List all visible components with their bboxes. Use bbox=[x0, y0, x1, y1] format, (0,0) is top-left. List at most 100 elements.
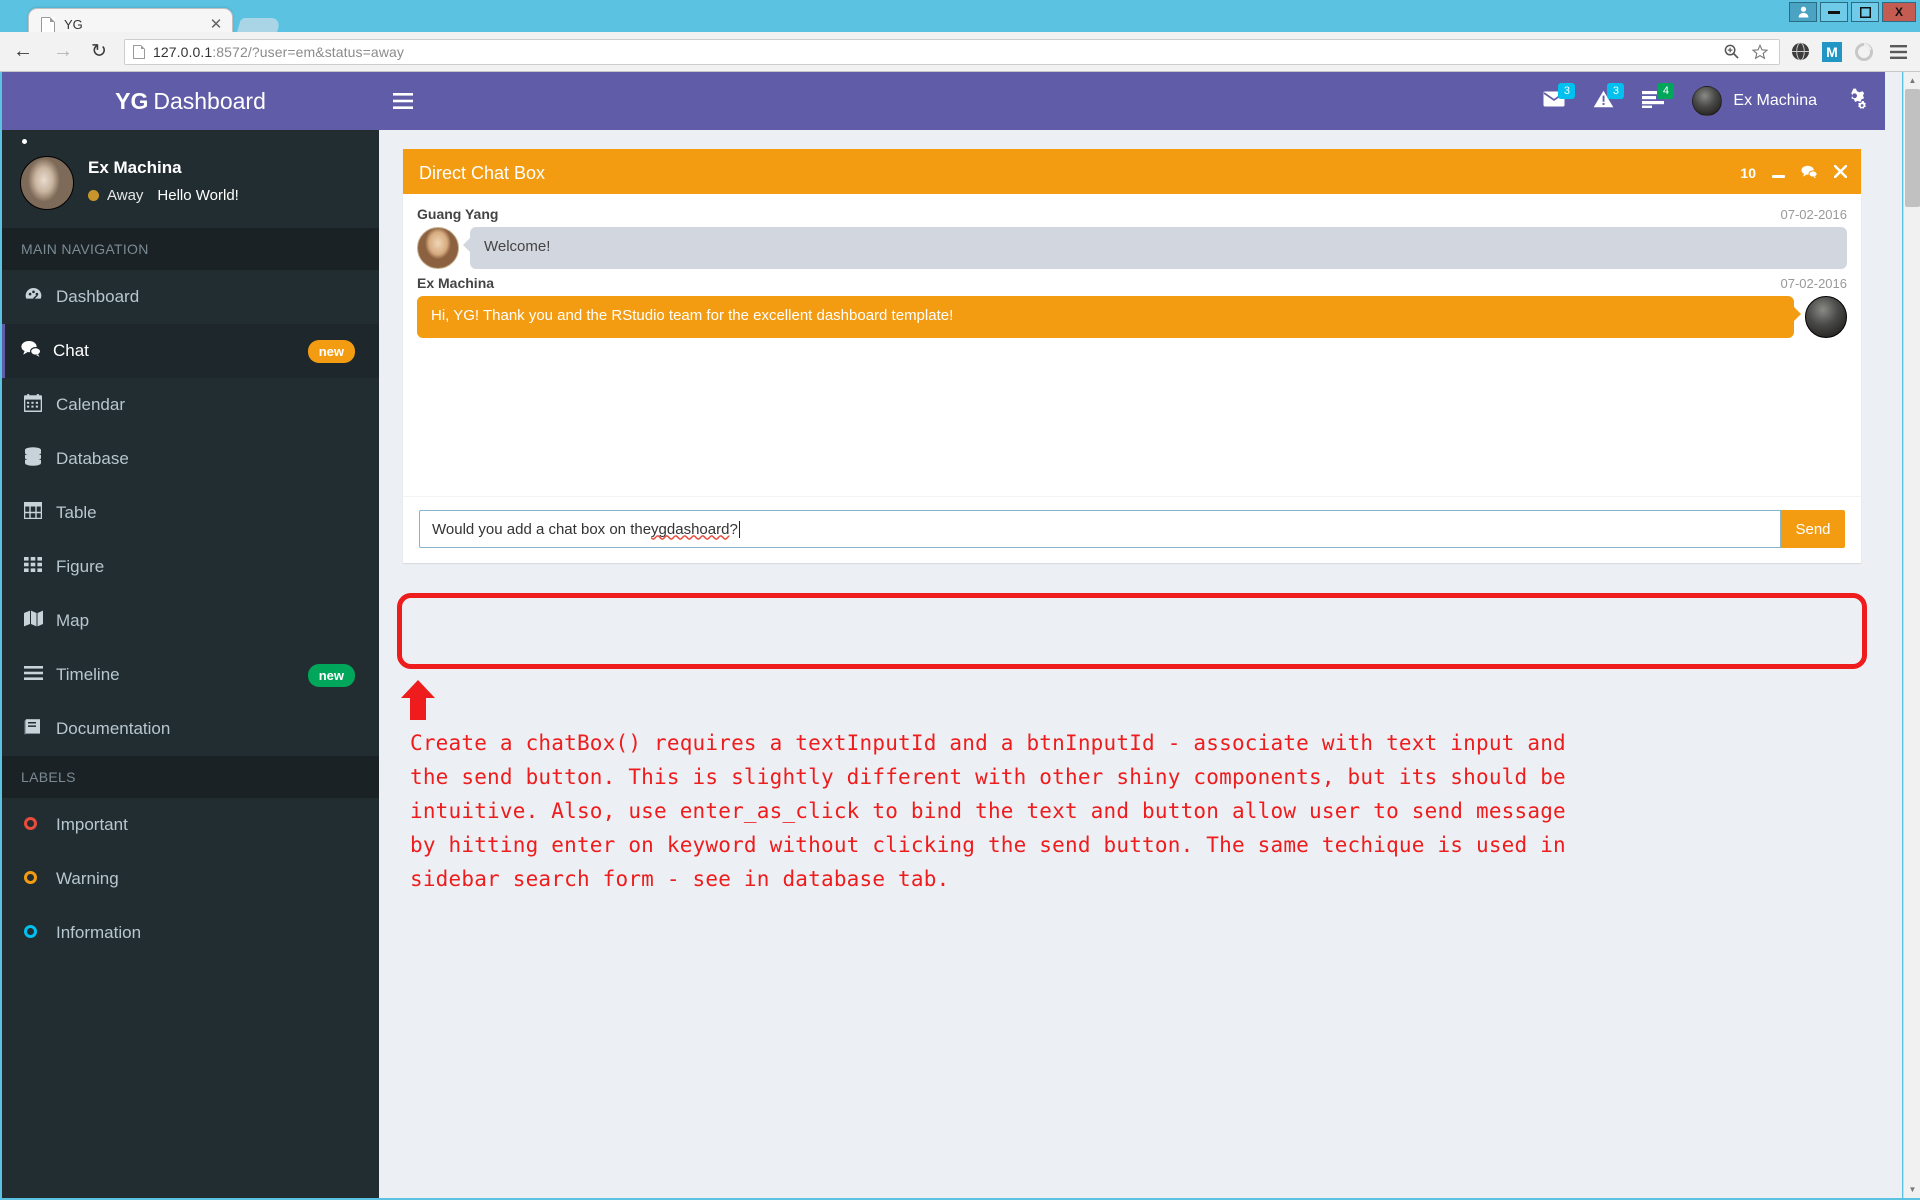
sidebar-item-label: Timeline bbox=[56, 665, 120, 684]
minus-icon bbox=[1772, 174, 1785, 178]
scroll-up-icon[interactable]: ▲ bbox=[1904, 72, 1920, 89]
main-content: Direct Chat Box 10 Guang Yang 07-02-2016… bbox=[379, 130, 1885, 1198]
navbar-messages-button[interactable]: 3 bbox=[1529, 72, 1579, 130]
documentation-icon bbox=[24, 718, 52, 740]
logo-light-text: Dashboard bbox=[153, 87, 266, 114]
box-collapse-button[interactable] bbox=[1772, 166, 1785, 181]
box-contacts-button[interactable] bbox=[1801, 165, 1818, 182]
chat-input-text-typo: ygdashoard bbox=[651, 520, 730, 538]
sidebar-label-information[interactable]: Information bbox=[2, 906, 379, 960]
window-controls: X bbox=[1789, 2, 1916, 22]
globe-icon[interactable] bbox=[1788, 40, 1812, 64]
browser-titlebar: YG ✕ X bbox=[0, 0, 1920, 40]
sidebar-item-database[interactable]: Database bbox=[2, 432, 379, 486]
window-user-button[interactable] bbox=[1789, 2, 1817, 22]
box-message-count: 10 bbox=[1740, 165, 1756, 181]
box-close-button[interactable] bbox=[1833, 164, 1848, 181]
gauge-icon bbox=[25, 288, 42, 300]
sidebar-item-label: Database bbox=[56, 449, 129, 468]
table-grid-icon bbox=[23, 501, 43, 520]
app-logo[interactable]: YG Dashboard bbox=[2, 72, 379, 130]
circle-o-aqua-icon bbox=[24, 925, 52, 941]
sidebar-label-important[interactable]: Important bbox=[2, 798, 379, 852]
scrollbar-thumb[interactable] bbox=[1905, 89, 1920, 207]
message-bubble: Hi, YG! Thank you and the RStudio team f… bbox=[417, 296, 1801, 338]
navbar-user-menu[interactable]: Ex Machina bbox=[1678, 86, 1829, 116]
sidebar-item-label: Table bbox=[56, 503, 97, 522]
chat-message: Ex Machina 07-02-2016 Hi, YG! Thank you … bbox=[417, 275, 1847, 338]
extension-m-icon[interactable]: M bbox=[1822, 41, 1842, 62]
sidebar-avatar bbox=[20, 156, 74, 210]
address-bar[interactable]: 127.0.0.1:8572/?user=em&status=away bbox=[124, 38, 1780, 65]
sidebar-user-name: Ex Machina bbox=[88, 158, 182, 177]
text-caret bbox=[738, 520, 740, 538]
navbar-notifications-button[interactable]: 3 bbox=[1579, 72, 1628, 130]
sidebar-item-chat[interactable]: Chat new bbox=[2, 324, 379, 378]
sidebar-item-calendar[interactable]: Calendar bbox=[2, 378, 379, 432]
sidebar-section-labels: LABELS bbox=[2, 756, 379, 798]
sidebar-item-label: Chat bbox=[53, 341, 89, 360]
sidebar-item-dashboard[interactable]: Dashboard bbox=[2, 270, 379, 324]
chat-bubbles-icon bbox=[21, 340, 49, 362]
reload-icon[interactable]: ↻ bbox=[82, 35, 116, 69]
chat-input[interactable]: Would you add a chat box on the ygdashoa… bbox=[419, 510, 1781, 548]
message-row: Welcome! bbox=[417, 227, 1847, 269]
message-row: Hi, YG! Thank you and the RStudio team f… bbox=[417, 296, 1847, 338]
star-icon bbox=[1752, 43, 1768, 59]
window-close-button[interactable]: X bbox=[1882, 2, 1916, 22]
status-text: Away bbox=[107, 187, 144, 204]
address-bar-actions bbox=[1719, 40, 1779, 64]
sidebar-label-warning[interactable]: Warning bbox=[2, 852, 379, 906]
chat-input-text-before: Would you add a chat box on the bbox=[432, 520, 652, 538]
message-avatar bbox=[1805, 296, 1847, 338]
scroll-down-icon[interactable]: ▼ bbox=[1904, 1181, 1920, 1198]
calendar-icon bbox=[23, 393, 52, 417]
sidebar-item-timeline[interactable]: Timeline new bbox=[2, 648, 379, 702]
window-maximize-button[interactable] bbox=[1851, 2, 1879, 22]
hamburger-icon bbox=[393, 93, 413, 109]
sidebar-item-label: Calendar bbox=[56, 395, 125, 414]
browser-extensions: M bbox=[1788, 40, 1920, 64]
send-button[interactable]: Send bbox=[1781, 510, 1845, 548]
sidebar-user-panel[interactable]: Ex Machina Away Hello World! bbox=[2, 130, 379, 228]
bookmark-star-icon[interactable] bbox=[1748, 40, 1772, 64]
sidebar-item-label: Map bbox=[56, 611, 90, 630]
page-viewport: YG Dashboard 3 3 4 Ex Machina Ex Machina… bbox=[2, 72, 1902, 1198]
message-bubble: Welcome! bbox=[463, 227, 1847, 269]
sidebar-item-table[interactable]: Table bbox=[2, 486, 379, 540]
sidebar-badge-new: new bbox=[307, 339, 355, 363]
sidebar-item-figure[interactable]: Figure bbox=[2, 540, 379, 594]
direct-chat-box: Direct Chat Box 10 Guang Yang 07-02-2016… bbox=[403, 149, 1861, 563]
zoom-icon[interactable] bbox=[1719, 40, 1743, 64]
navbar-right: 3 3 4 Ex Machina bbox=[1529, 72, 1885, 130]
box-title: Direct Chat Box bbox=[419, 162, 546, 183]
sidebar-section-main-navigation: MAIN NAVIGATION bbox=[2, 228, 379, 270]
box-tools: 10 bbox=[1740, 164, 1848, 182]
navbar-settings-button[interactable] bbox=[1829, 88, 1885, 115]
sidebar-item-documentation[interactable]: Documentation bbox=[2, 702, 379, 756]
message-author: Ex Machina bbox=[417, 275, 495, 291]
browser-toolbar: ← → ↻ 127.0.0.1:8572/?user=em&status=awa… bbox=[0, 32, 1920, 72]
hamburger-icon bbox=[1889, 44, 1907, 59]
annotation-arrow-icon bbox=[401, 680, 435, 720]
sidebar-label-text: Warning bbox=[56, 869, 119, 888]
page-scrollbar[interactable]: ▲ ▼ bbox=[1903, 72, 1920, 1198]
extension-circle-icon[interactable] bbox=[1852, 40, 1876, 64]
globe-glyph-icon bbox=[1791, 42, 1809, 61]
minimize-icon bbox=[1828, 10, 1840, 14]
th-blocks-icon bbox=[24, 557, 42, 572]
annotation-line: sidebar search form - see in database ta… bbox=[410, 867, 950, 891]
window-minimize-button[interactable] bbox=[1820, 2, 1848, 22]
navbar-tasks-button[interactable]: 4 bbox=[1628, 72, 1678, 130]
sidebar-item-map[interactable]: Map bbox=[2, 594, 379, 648]
dashboard-icon bbox=[24, 285, 52, 309]
forward-icon[interactable]: → bbox=[46, 35, 80, 69]
sidebar-label-text: Important bbox=[56, 815, 128, 834]
browser-menu-icon[interactable] bbox=[1886, 40, 1910, 64]
back-icon[interactable]: ← bbox=[6, 35, 40, 69]
message-header: Ex Machina 07-02-2016 bbox=[417, 275, 1847, 291]
sidebar-item-label: Dashboard bbox=[56, 287, 140, 306]
sidebar-toggle-button[interactable] bbox=[379, 72, 427, 130]
app-navbar: 3 3 4 Ex Machina bbox=[379, 72, 1885, 130]
sidebar-user-status: Away Hello World! bbox=[88, 187, 239, 204]
